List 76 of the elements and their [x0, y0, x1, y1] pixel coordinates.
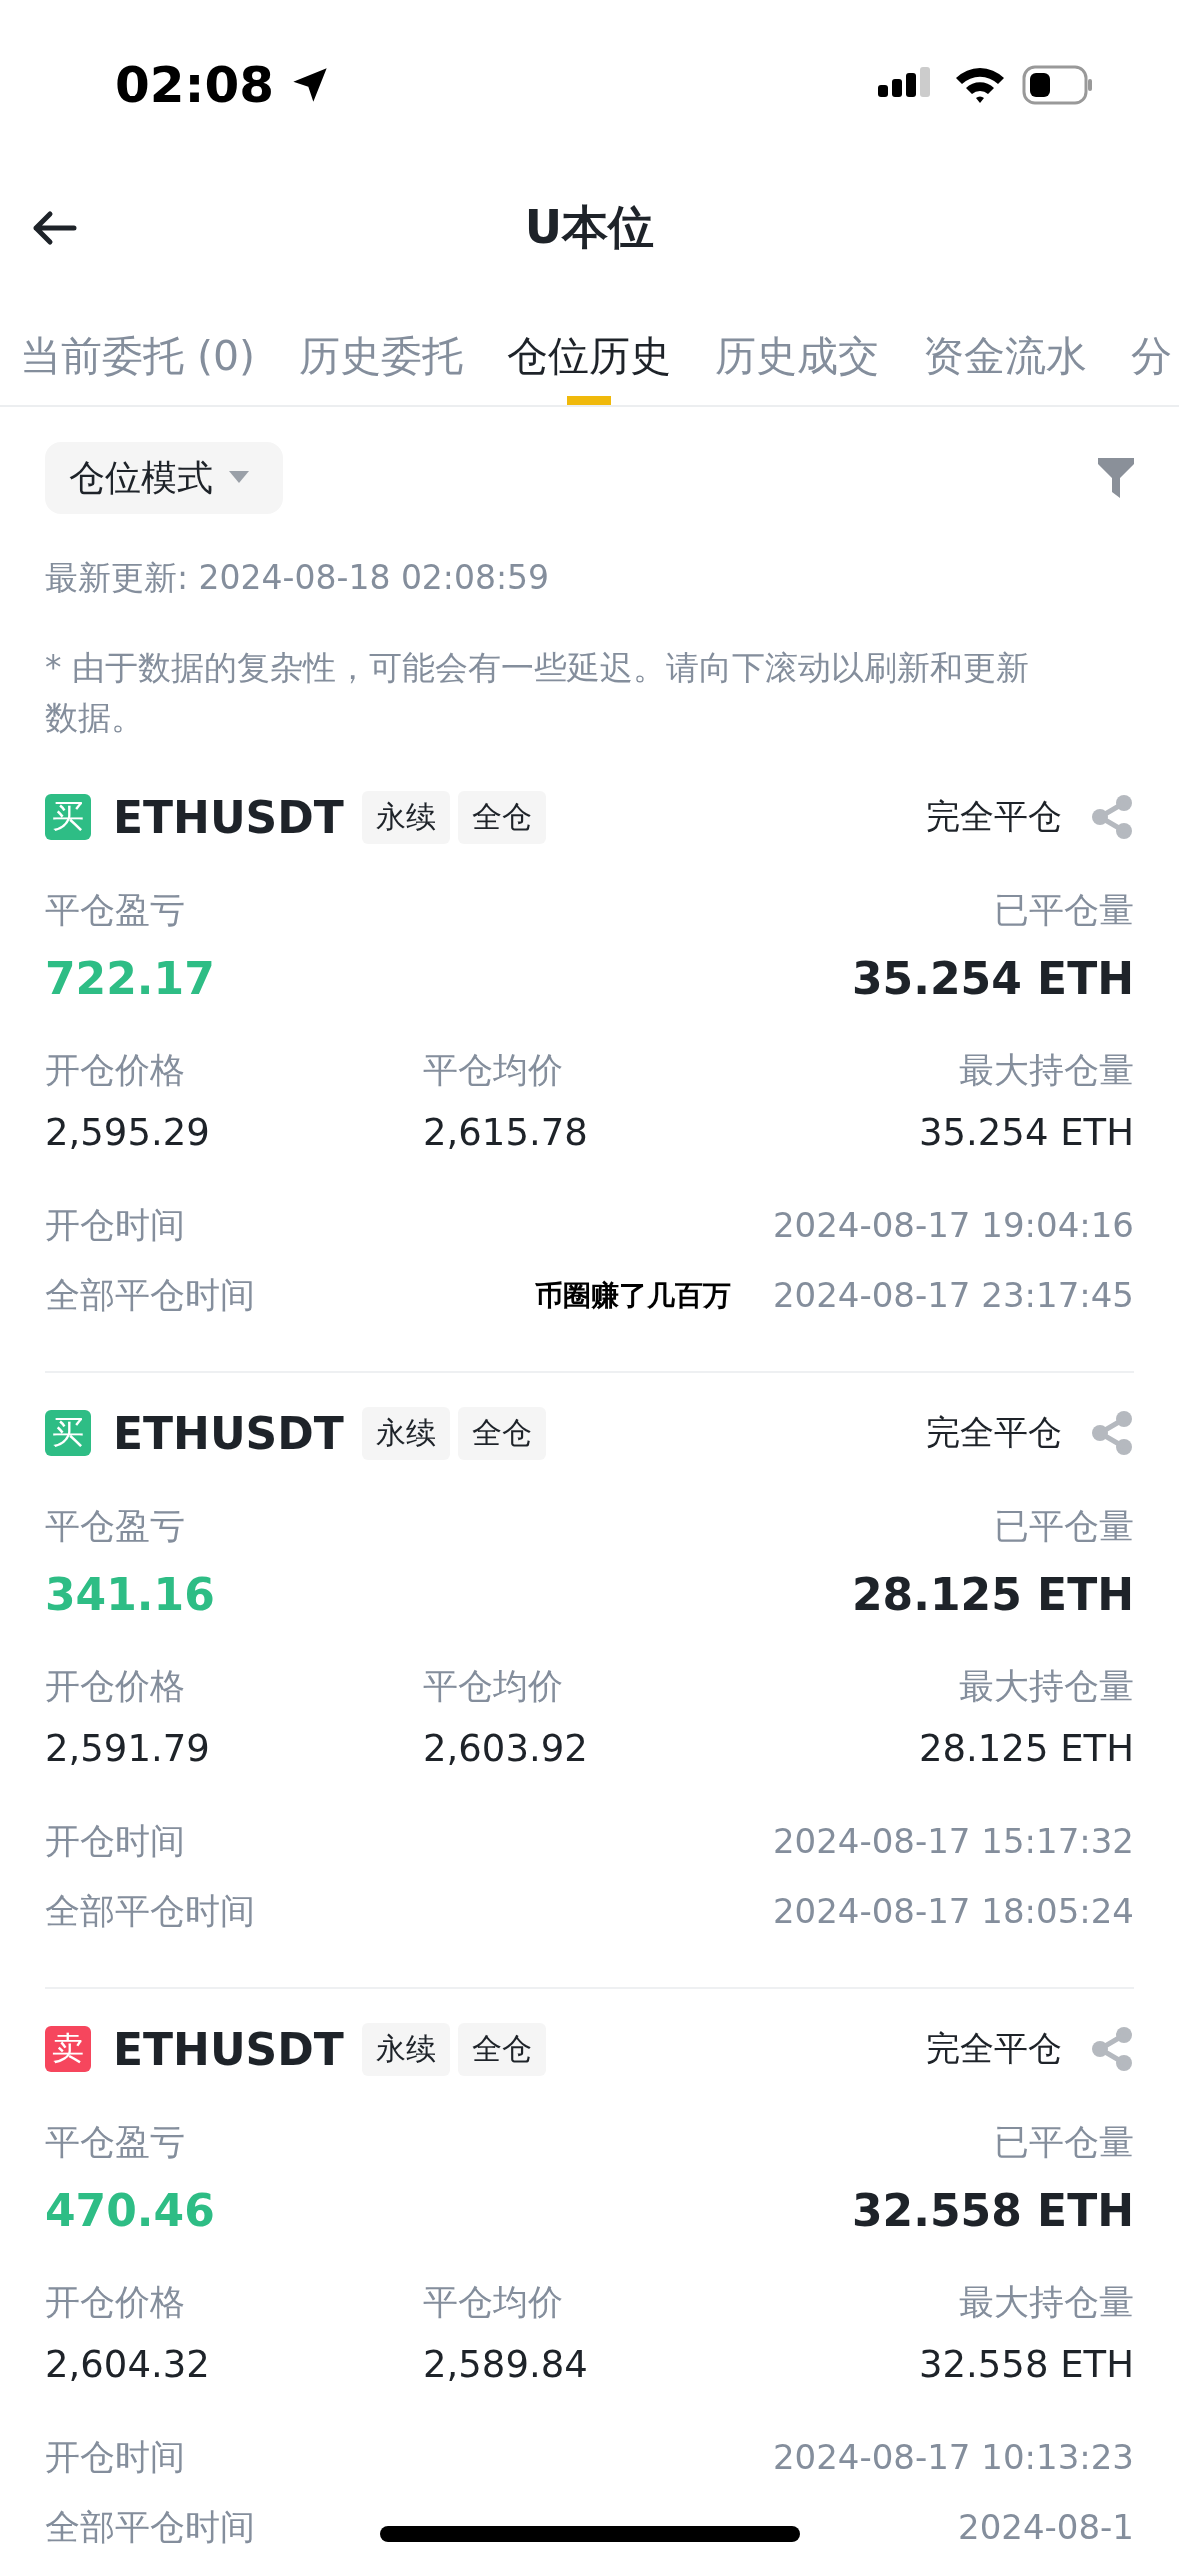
tab[interactable]: 资金流水 — [923, 285, 1088, 405]
field-label: 已平仓量 — [994, 888, 1134, 932]
max-quantity: 32.558 ETH — [918, 2342, 1134, 2386]
tab[interactable]: 历史委托 — [299, 285, 464, 405]
caret-icon — [229, 471, 249, 485]
last-update-text: 最新更新: 2024-08-18 02:08:59 — [45, 557, 551, 599]
open-price: 2,604.32 — [45, 2342, 211, 2386]
side-badge: 卖 — [45, 2026, 91, 2072]
wifi-icon — [954, 66, 1006, 104]
filter-icon[interactable] — [1098, 458, 1134, 498]
tab[interactable]: 历史成交 — [715, 285, 880, 405]
pnl-value: 722.17 — [45, 952, 215, 1004]
max-quantity: 35.254 ETH — [918, 1110, 1134, 1154]
field-label: 最大持仓量 — [959, 2280, 1134, 2324]
field-label: 平仓盈亏 — [45, 888, 185, 932]
field-label: 平仓盈亏 — [45, 2120, 185, 2164]
share-icon[interactable] — [1090, 1411, 1134, 1455]
tab[interactable]: 当前委托 (0) — [20, 285, 256, 405]
field-label: 开仓时间 — [45, 2435, 185, 2479]
mode-dropdown[interactable]: 仓位模式 — [45, 442, 283, 514]
field-label: 全部平仓时间 — [45, 1273, 255, 1317]
open-time: 2024-08-17 19:04:16 — [772, 1205, 1134, 1245]
position-status: 完全平仓 — [926, 2027, 1062, 2070]
tab[interactable]: 分 — [1131, 285, 1173, 405]
open-price: 2,595.29 — [45, 1110, 211, 1154]
tag: 永续 — [361, 2022, 450, 2076]
field-label: 开仓价格 — [45, 1664, 186, 1708]
field-label: 全部平仓时间 — [45, 1889, 255, 1933]
tag: 全仓 — [457, 790, 546, 844]
field-label: 已平仓量 — [994, 1504, 1134, 1548]
side-badge: 买 — [45, 1410, 91, 1456]
close-average-price: 2,615.78 — [423, 1110, 589, 1154]
share-icon[interactable] — [1090, 795, 1134, 839]
field-label: 平仓盈亏 — [45, 1504, 185, 1548]
battery-icon — [1022, 65, 1094, 105]
pnl-value: 341.16 — [45, 1568, 215, 1620]
max-quantity: 28.125 ETH — [918, 1726, 1134, 1770]
field-label: 平仓均价 — [423, 1664, 564, 1708]
symbol: ETHUSDT — [113, 2023, 344, 2075]
close-time: 2024-08-17 23:17:45 — [772, 1275, 1134, 1315]
delay-note: * 由于数据的复杂性，可能会有一些延迟。请向下滚动以刷新和更新数据。 — [45, 647, 1030, 739]
close-time: 2024-08-1 — [958, 2507, 1134, 2547]
symbol: ETHUSDT — [113, 791, 344, 843]
closed-quantity: 35.254 ETH — [852, 952, 1134, 1004]
caption-text: 币圈赚了几百万 — [535, 1278, 731, 1314]
field-label: 开仓时间 — [45, 1819, 185, 1863]
field-label: 平仓均价 — [423, 2280, 564, 2324]
tag: 全仓 — [457, 1406, 546, 1460]
close-time: 2024-08-17 18:05:24 — [772, 1891, 1134, 1931]
field-label: 最大持仓量 — [959, 1048, 1134, 1092]
tag: 永续 — [361, 1406, 450, 1460]
position-status: 完全平仓 — [926, 1411, 1062, 1454]
close-average-price: 2,603.92 — [423, 1726, 589, 1770]
open-price: 2,591.79 — [45, 1726, 211, 1770]
symbol: ETHUSDT — [113, 1407, 344, 1459]
close-average-price: 2,589.84 — [423, 2342, 589, 2386]
field-label: 开仓价格 — [45, 2280, 186, 2324]
field-label: 全部平仓时间 — [45, 2505, 255, 2549]
tag: 全仓 — [457, 2022, 546, 2076]
tag: 永续 — [361, 790, 450, 844]
field-label: 开仓时间 — [45, 1203, 185, 1247]
open-time: 2024-08-17 10:13:23 — [772, 2437, 1134, 2477]
position-status: 完全平仓 — [926, 795, 1062, 838]
field-label: 最大持仓量 — [959, 1664, 1134, 1708]
pnl-value: 470.46 — [45, 2184, 215, 2236]
field-label: 开仓价格 — [45, 1048, 186, 1092]
share-icon[interactable] — [1090, 2027, 1134, 2071]
status-time: 02:08 — [115, 56, 275, 114]
tab[interactable]: 仓位历史 — [507, 285, 672, 405]
side-badge: 买 — [45, 794, 91, 840]
closed-quantity: 28.125 ETH — [852, 1568, 1134, 1620]
closed-quantity: 32.558 ETH — [852, 2184, 1134, 2236]
page-title: U本位 — [524, 198, 655, 256]
field-label: 平仓均价 — [423, 1048, 564, 1092]
open-time: 2024-08-17 15:17:32 — [772, 1821, 1134, 1861]
field-label: 已平仓量 — [994, 2120, 1134, 2164]
